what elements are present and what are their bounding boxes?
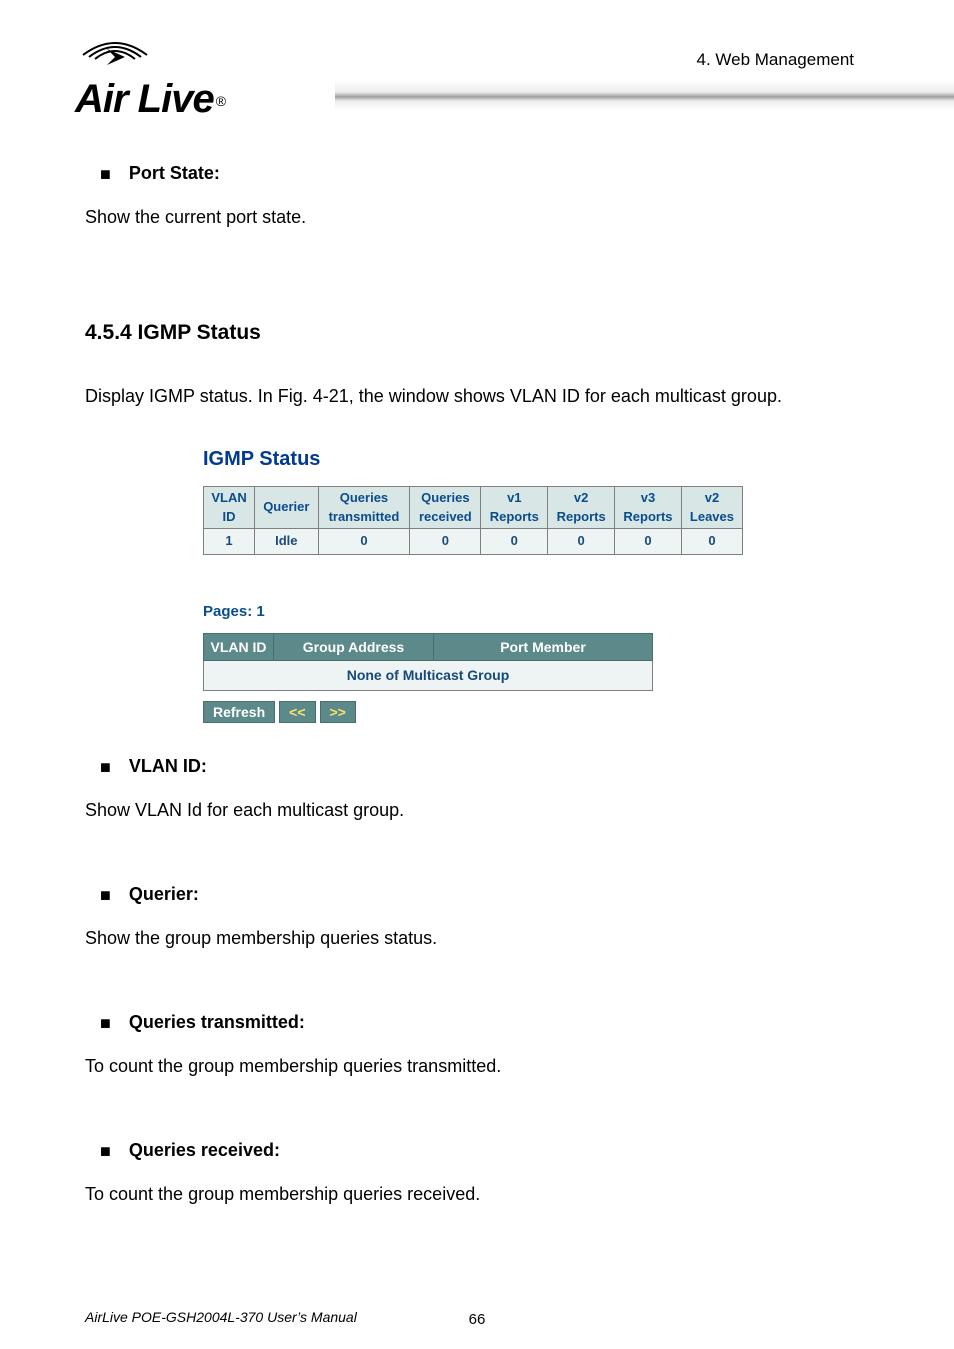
page-footer: AirLive POE-GSH2004L-370 User’s Manual 6… [85,1309,869,1325]
refresh-button[interactable]: Refresh [203,701,275,723]
cell-v2-reports: 0 [548,529,615,555]
queries-received-heading: Queries received: [129,1137,280,1163]
igmp-status-screenshot: IGMP Status VLANID Querier Queriestransm… [203,445,763,723]
queries-transmitted-desc: To count the group membership queries tr… [85,1053,869,1079]
th-group-vlan-id: VLAN ID [204,634,274,661]
chapter-label: 4. Web Management [697,50,855,70]
table-row: 1 Idle 0 0 0 0 0 0 [204,529,743,555]
queries-transmitted-heading: Queries transmitted: [129,1009,305,1035]
th-port-member: Port Member [434,634,653,661]
page-header: Air Live® 4. Web Management [0,0,954,115]
port-state-desc: Show the current port state. [85,204,869,230]
th-group-address: Group Address [274,634,434,661]
cell-v1-reports: 0 [481,529,548,555]
header-gradient [335,80,954,110]
square-bullet-icon: ■ [100,1142,111,1160]
brand-name: Air Live [75,77,214,121]
bullet-querier: ■ Querier: [85,881,869,907]
cell-none-multicast: None of Multicast Group [204,661,653,690]
next-page-button[interactable]: >> [320,701,356,723]
th-v2-reports: v2Reports [548,486,615,529]
cell-vlan-id: 1 [204,529,255,555]
bullet-queries-transmitted: ■ Queries transmitted: [85,1009,869,1035]
section-title: 4.5.4 IGMP Status [85,318,869,348]
brand-logo: Air Live® [75,35,275,122]
square-bullet-icon: ■ [100,165,111,183]
th-queries-transmitted: Queriestransmitted [318,486,410,529]
igmp-status-title: IGMP Status [203,445,763,474]
definitions-section: ■ VLAN ID: Show VLAN Id for each multica… [85,753,869,1208]
prev-page-button[interactable]: << [279,701,315,723]
th-querier: Querier [255,486,319,529]
pages-label: Pages: 1 [203,601,763,623]
th-vlan-id: VLANID [204,486,255,529]
vlan-id-desc: Show VLAN Id for each multicast group. [85,797,869,823]
registered-icon: ® [216,93,226,109]
button-row: Refresh << >> [203,701,763,723]
square-bullet-icon: ■ [100,1014,111,1032]
th-queries-received: Queriesreceived [410,486,481,529]
page-number: 66 [469,1311,486,1328]
igmp-status-table: VLANID Querier Queriestransmitted Querie… [203,486,743,556]
querier-desc: Show the group membership queries status… [85,925,869,951]
table-row: None of Multicast Group [204,661,653,690]
page-content: ■ Port State: Show the current port stat… [0,160,954,1207]
multicast-group-table: VLAN ID Group Address Port Member None o… [203,633,653,691]
querier-heading: Querier: [129,881,199,907]
section-desc: Display IGMP status. In Fig. 4-21, the w… [85,383,869,409]
square-bullet-icon: ■ [100,758,111,776]
port-state-heading: Port State: [129,160,220,186]
cell-v3-reports: 0 [615,529,682,555]
bullet-port-state: ■ Port State: [85,160,869,186]
queries-received-desc: To count the group membership queries re… [85,1181,869,1207]
vlan-id-heading: VLAN ID: [129,753,207,779]
manual-title: AirLive POE-GSH2004L-370 User’s Manual [85,1309,357,1325]
cell-queries-transmitted: 0 [318,529,410,555]
bullet-queries-received: ■ Queries received: [85,1137,869,1163]
square-bullet-icon: ■ [100,886,111,904]
cell-querier: Idle [255,529,319,555]
cell-queries-received: 0 [410,529,481,555]
th-v1-reports: v1Reports [481,486,548,529]
bullet-vlan-id: ■ VLAN ID: [85,753,869,779]
th-v2-leaves: v2Leaves [681,486,742,529]
cell-v2-leaves: 0 [681,529,742,555]
th-v3-reports: v3Reports [615,486,682,529]
